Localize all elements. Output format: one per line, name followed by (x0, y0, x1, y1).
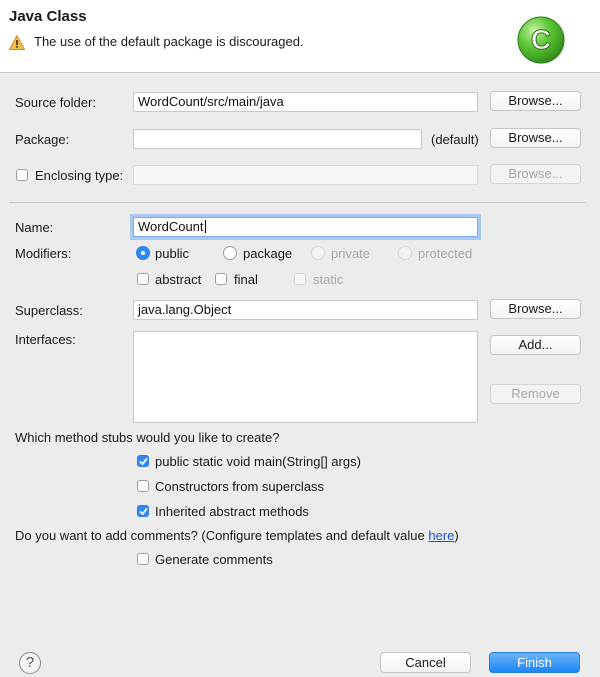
modifier-static-label: static (313, 272, 344, 287)
generate-comments-checkbox[interactable] (137, 553, 149, 565)
cancel-button[interactable]: Cancel (380, 652, 471, 673)
enclosing-type-label: Enclosing type: (35, 168, 124, 183)
modifiers-label: Modifiers: (15, 246, 72, 261)
comments-question-close: ) (454, 528, 459, 543)
interfaces-remove-button[interactable]: Remove (490, 384, 581, 404)
checkmark-icon (139, 507, 148, 516)
superclass-label: Superclass: (15, 303, 83, 318)
modifier-abstract-checkbox[interactable] (137, 273, 149, 285)
modifier-private-label: private (331, 246, 371, 261)
method-stubs-question: Which method stubs would you like to cre… (15, 430, 280, 445)
stub-main-label: public static void main(String[] args) (155, 454, 361, 469)
stub-main-checkbox[interactable] (137, 455, 149, 467)
stub-inherited-label: Inherited abstract methods (155, 504, 309, 519)
superclass-browse-button[interactable]: Browse... (490, 299, 581, 319)
modifier-protected-label: protected (418, 246, 473, 261)
package-browse-button[interactable]: Browse... (490, 128, 581, 148)
source-folder-browse-button[interactable]: Browse... (490, 91, 581, 111)
enclosing-type-checkbox[interactable] (16, 169, 28, 181)
dialog-header: Java Class The use of the default packag… (0, 0, 600, 73)
name-input[interactable]: WordCount (133, 217, 478, 237)
package-input[interactable] (133, 129, 422, 149)
superclass-input[interactable]: java.lang.Object (133, 300, 478, 320)
generate-comments-label: Generate comments (155, 552, 273, 567)
source-folder-input[interactable]: WordCount/src/main/java (133, 92, 478, 112)
package-label: Package: (15, 132, 70, 147)
modifier-final-label: final (234, 272, 258, 287)
source-folder-label: Source folder: (15, 95, 96, 110)
modifier-public-label: public (155, 246, 189, 261)
modifier-package-label: package (243, 246, 293, 261)
name-label: Name: (15, 220, 54, 235)
modifier-public-radio[interactable] (136, 246, 150, 260)
name-input-value: WordCount (138, 219, 204, 234)
text-caret (204, 220, 206, 233)
help-icon[interactable]: ? (19, 652, 41, 674)
modifier-package-radio[interactable] (223, 246, 237, 260)
enclosing-type-input[interactable] (133, 165, 478, 185)
interfaces-list[interactable] (133, 331, 478, 423)
checkmark-icon (139, 457, 148, 466)
comments-question-text: Do you want to add comments? (Configure … (15, 528, 429, 543)
modifier-static-checkbox[interactable] (294, 273, 306, 285)
stub-inherited-checkbox[interactable] (137, 505, 149, 517)
java-class-c-icon: C (517, 16, 565, 64)
logo-letter: C (531, 24, 551, 55)
configure-templates-link[interactable]: here (428, 528, 454, 543)
interfaces-label: Interfaces: (15, 332, 76, 347)
package-default-label: (default) (431, 132, 479, 147)
comments-question: Do you want to add comments? (Configure … (15, 528, 459, 543)
warning-icon (9, 35, 25, 50)
enclosing-type-browse-button[interactable]: Browse... (490, 164, 581, 184)
stub-constructors-checkbox[interactable] (137, 480, 149, 492)
modifier-protected-radio[interactable] (398, 246, 412, 260)
section-divider (9, 202, 586, 203)
dialog-title: Java Class (9, 8, 87, 25)
stub-constructors-label: Constructors from superclass (155, 479, 325, 494)
warning-message: The use of the default package is discou… (34, 34, 304, 49)
modifier-final-checkbox[interactable] (215, 273, 227, 285)
interfaces-add-button[interactable]: Add... (490, 335, 581, 355)
finish-button[interactable]: Finish (489, 652, 580, 673)
modifier-private-radio[interactable] (311, 246, 325, 260)
modifier-abstract-label: abstract (155, 272, 202, 287)
